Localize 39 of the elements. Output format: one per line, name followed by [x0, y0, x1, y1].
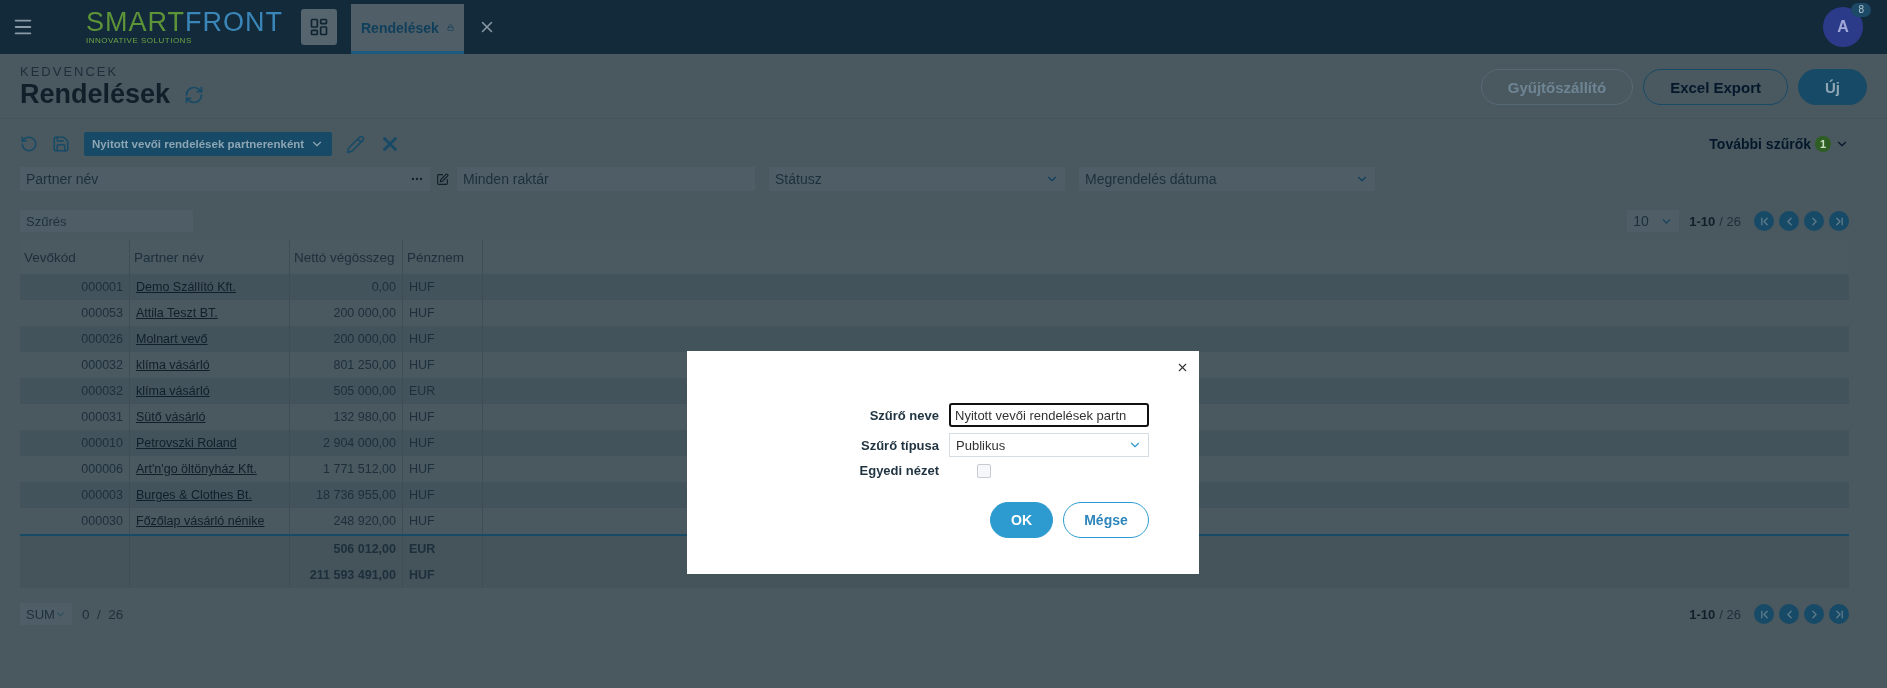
select-field[interactable]: Publikus — [949, 433, 1149, 457]
first-page-button[interactable] — [1754, 211, 1774, 231]
tab[interactable]: Rendelések — [351, 4, 464, 54]
filter-count-badge: 1 — [1815, 136, 1831, 152]
previous-page-button[interactable] — [1779, 211, 1799, 231]
input-field[interactable]: Nyitott vevői rendelések partn — [949, 403, 1149, 427]
field-label: Szűrő neve — [868, 407, 939, 423]
dialog-button[interactable]: OK — [990, 502, 1053, 538]
partner-link[interactable]: Art'n'go öltönyház Kft. — [136, 462, 257, 476]
logo: SMARTFRONT INNOVATIVE SOLUTIONS — [86, 9, 283, 45]
save-icon[interactable] — [52, 135, 70, 153]
close-icon[interactable] — [1176, 361, 1189, 374]
previous-page-button[interactable] — [1779, 604, 1799, 624]
partner-link[interactable]: Attila Teszt BT. — [136, 306, 218, 320]
pencil-icon[interactable] — [346, 134, 366, 154]
refresh-icon[interactable] — [184, 84, 205, 105]
next-page-button[interactable] — [1804, 211, 1824, 231]
last-page-button[interactable] — [1829, 211, 1849, 231]
partner-link[interactable]: klíma vásárló — [136, 358, 210, 372]
page-range: 1-10 — [1689, 213, 1716, 229]
edit-icon[interactable] — [436, 172, 449, 186]
page-range: 1-10 — [1689, 606, 1716, 622]
dialog-button[interactable]: Mégse — [1063, 502, 1149, 538]
more-filters-button[interactable]: További szűrők 1 — [1709, 136, 1849, 152]
partner-link[interactable]: Főzőlap vásárló nénike — [136, 514, 265, 528]
field-label: Egyedi nézet — [858, 463, 939, 478]
header-button[interactable]: Új — [1798, 69, 1867, 105]
page-title: Rendelések — [20, 79, 171, 110]
field-label: Szűrő típusa — [860, 437, 939, 453]
partner-link[interactable]: Sütő vásárló — [136, 410, 206, 424]
grid-icon — [309, 17, 329, 37]
reset-icon[interactable] — [20, 135, 38, 153]
checkbox[interactable] — [977, 463, 991, 478]
last-page-button[interactable] — [1829, 604, 1849, 624]
notification-badge: 8 — [1851, 3, 1871, 17]
saved-filter-dropdown[interactable]: Nyitott vevői rendelések partnerenként — [84, 132, 333, 156]
dashboard-button[interactable] — [301, 9, 337, 45]
first-page-button[interactable] — [1754, 604, 1774, 624]
next-page-button[interactable] — [1804, 604, 1824, 624]
